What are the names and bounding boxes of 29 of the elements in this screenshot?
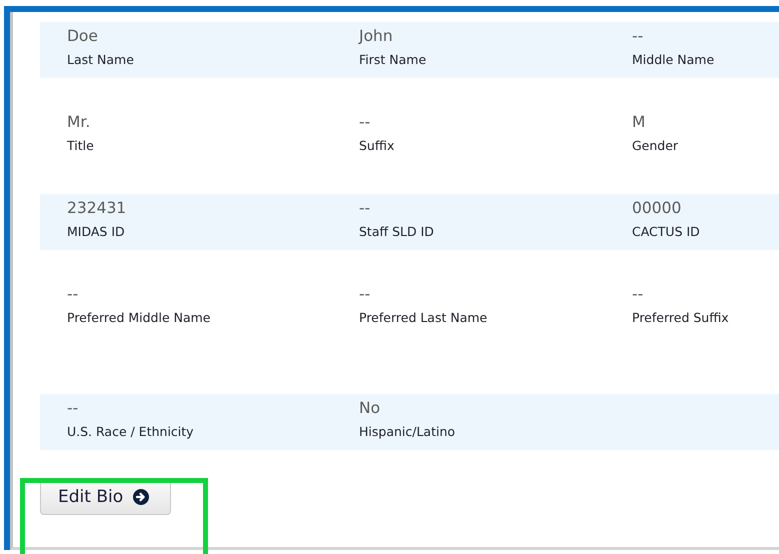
field-value: -- [359, 198, 370, 218]
field-value: -- [67, 284, 78, 304]
field-value: Mr. [67, 112, 90, 132]
field-label: U.S. Race / Ethnicity [67, 424, 194, 440]
field-label: Middle Name [632, 52, 714, 68]
field-label: Staff SLD ID [359, 224, 434, 240]
field-value: John [359, 26, 393, 46]
field-value: 232431 [67, 198, 126, 218]
field-label: First Name [359, 52, 426, 68]
field-value: No [359, 398, 380, 418]
field-label: Preferred Last Name [359, 310, 488, 326]
field-label: Preferred Middle Name [67, 310, 210, 326]
field-label: Last Name [67, 52, 134, 68]
field-label: MIDAS ID [67, 224, 125, 240]
arrow-circle-icon [133, 488, 150, 504]
field-label: CACTUS ID [632, 224, 700, 240]
field-value: M [632, 112, 646, 132]
field-label: Preferred Suffix [632, 310, 729, 326]
field-value: -- [632, 26, 644, 46]
field-label: Title [67, 138, 94, 154]
field-label: Hispanic/Latino [359, 424, 456, 440]
field-label: Suffix [359, 138, 394, 154]
field-value: -- [359, 112, 370, 132]
field-value: -- [67, 398, 78, 418]
field-value: 00000 [632, 198, 682, 218]
field-value: -- [632, 284, 644, 304]
field-value: Doe [67, 26, 98, 46]
field-label: Gender [632, 138, 678, 154]
field-value: -- [359, 284, 370, 304]
